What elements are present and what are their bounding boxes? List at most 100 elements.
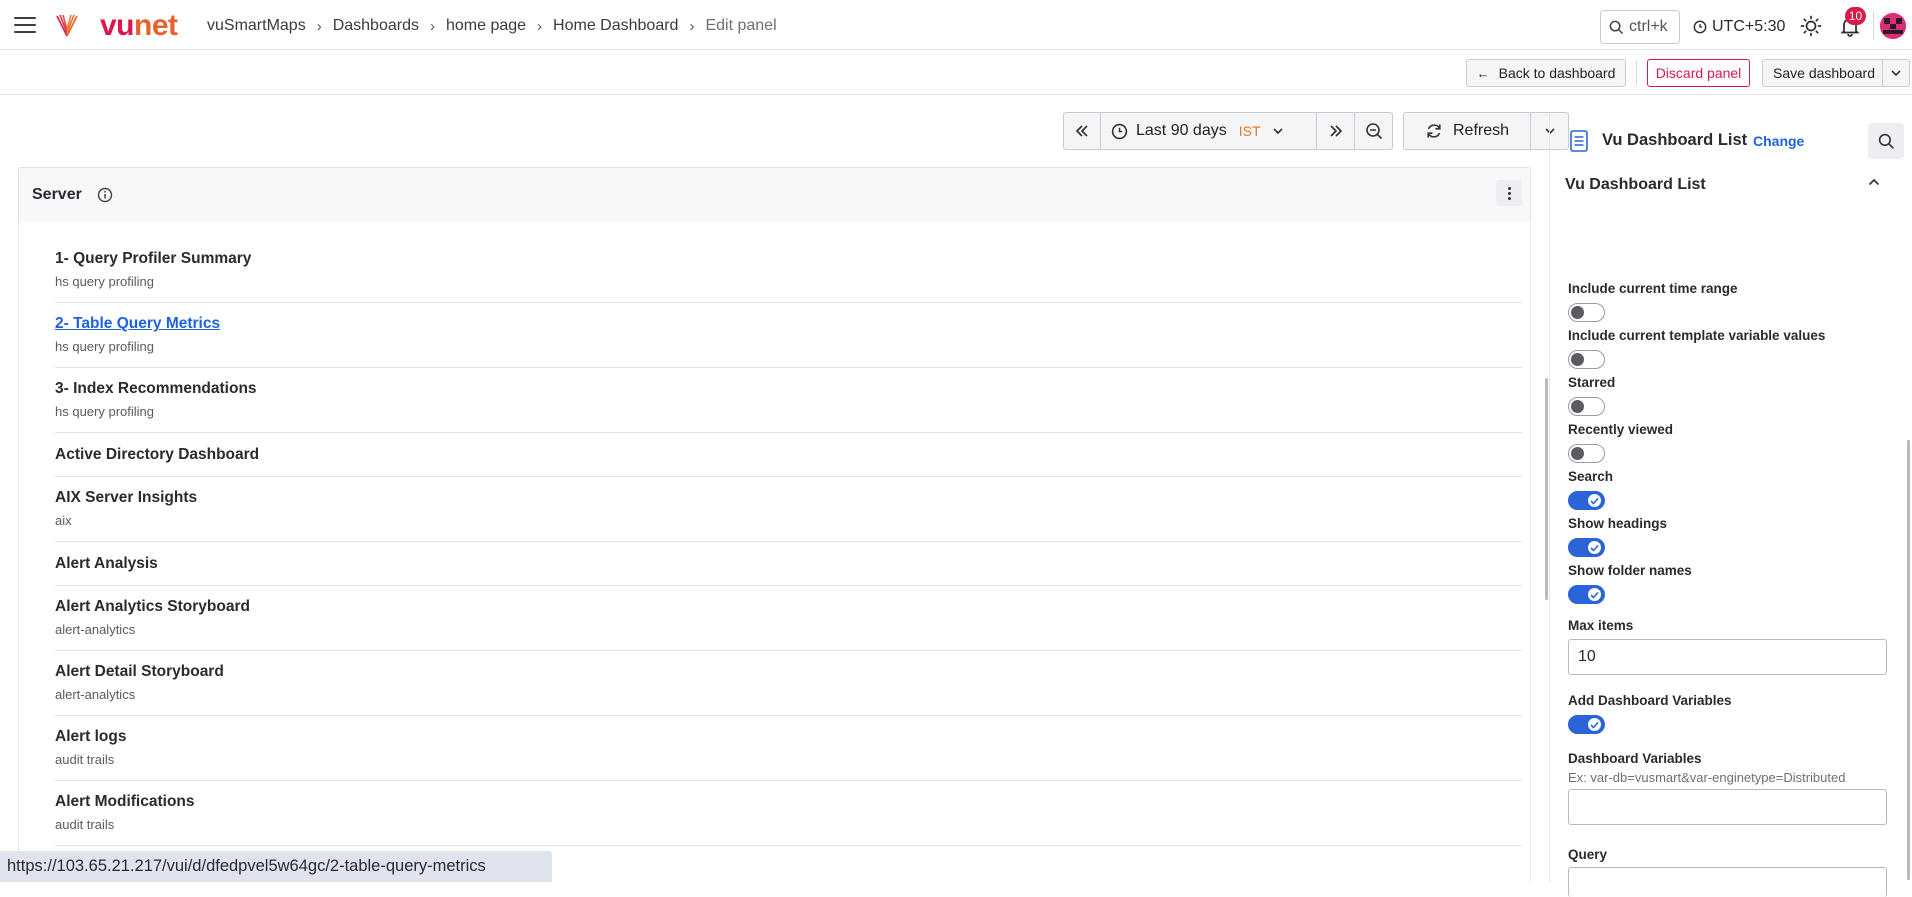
option-toggle[interactable] <box>1568 585 1605 604</box>
options-pane: Vu Dashboard List Change Vu Dashboard Li… <box>1549 114 1912 897</box>
save-dashboard-button[interactable]: Save dashboard <box>1762 59 1886 87</box>
list-item-title[interactable]: Alert logs <box>55 728 1522 746</box>
options-section-title[interactable]: Vu Dashboard List <box>1565 176 1706 194</box>
breadcrumb-home-page[interactable]: home page <box>446 17 526 35</box>
chevron-right-icon: › <box>316 17 322 35</box>
list-item[interactable]: 1- Query Profiler Summary hs query profil… <box>55 238 1522 303</box>
zoom-out-icon <box>1365 123 1382 140</box>
list-item-folder: hs query profiling <box>55 404 154 419</box>
list-item-folder: audit trails <box>55 752 115 767</box>
panel-title: Server <box>32 186 82 203</box>
clock-icon <box>1693 20 1707 34</box>
list-item[interactable]: 2- Table Query Metrics hs query profiling <box>55 303 1522 368</box>
option-toggle[interactable] <box>1568 491 1605 510</box>
option-toggle[interactable] <box>1568 444 1605 463</box>
search-placeholder: ctrl+k <box>1629 18 1668 35</box>
time-shift-back-button[interactable] <box>1063 112 1101 150</box>
option-label: Search <box>1568 469 1614 484</box>
panel-preview: Server 1- Query Profiler Summary hs query… <box>18 167 1531 882</box>
refresh-button[interactable]: Refresh <box>1403 112 1531 150</box>
list-item-title[interactable]: 1- Query Profiler Summary <box>55 250 1522 268</box>
save-options-button[interactable] <box>1882 59 1910 87</box>
option-label: Include current time range <box>1568 281 1738 296</box>
dashboard-list: 1- Query Profiler Summary hs query profil… <box>55 238 1522 846</box>
option-toggle[interactable] <box>1568 303 1605 322</box>
discard-panel-button[interactable]: Discard panel <box>1647 59 1750 87</box>
check-icon <box>1590 591 1599 599</box>
breadcrumb-vusmartmaps[interactable]: vuSmartMaps <box>207 17 306 35</box>
refresh-icon <box>1427 124 1441 138</box>
options-scrollbar[interactable] <box>1907 440 1910 880</box>
add-dashboard-variables-label: Add Dashboard Variables <box>1568 693 1732 708</box>
chevron-right-icon: › <box>689 17 695 35</box>
list-item-folder: alert-analytics <box>55 622 136 637</box>
panel-header: Server <box>19 168 1530 222</box>
list-item[interactable]: Alert Detail Storyboard alert-analytics <box>55 651 1522 716</box>
time-shift-forward-button[interactable] <box>1317 112 1355 150</box>
timezone-display[interactable]: UTC+5:30 <box>1693 18 1785 36</box>
dashboard-variables-hint: Ex: var-db=vusmart&var-enginetype=Distri… <box>1568 770 1846 785</box>
list-item-title[interactable]: Active Directory Dashboard <box>55 446 1522 464</box>
list-item[interactable]: Alert Analytics Storyboard alert-analytic… <box>55 586 1522 651</box>
list-item-folder: audit trails <box>55 817 115 832</box>
list-item-title[interactable]: Alert Modifications <box>55 793 1522 811</box>
top-bar: vunet vuSmartMaps › Dashboards › home pa… <box>0 0 1912 50</box>
list-item-title[interactable]: Alert Detail Storyboard <box>55 663 1522 681</box>
info-icon[interactable] <box>97 187 113 203</box>
search-icon <box>1878 133 1894 149</box>
action-bar: ← Back to dashboard Discard panel Save d… <box>0 51 1912 95</box>
list-item-title[interactable]: Alert Analytics Storyboard <box>55 598 1522 616</box>
list-item-title[interactable]: AIX Server Insights <box>55 489 1522 507</box>
options-search-button[interactable] <box>1868 123 1904 159</box>
clock-icon <box>1111 123 1128 139</box>
chevron-right-icon: › <box>429 17 435 35</box>
zoom-out-button[interactable] <box>1355 112 1393 150</box>
search-icon <box>1609 20 1624 34</box>
breadcrumb-dashboards[interactable]: Dashboards <box>333 17 419 35</box>
option-label: Recently viewed <box>1568 422 1674 437</box>
time-tz-label: IST <box>1238 123 1261 139</box>
global-search-input[interactable]: ctrl+k <box>1600 10 1680 44</box>
back-to-dashboard-button[interactable]: ← Back to dashboard <box>1466 59 1626 87</box>
vunet-logo[interactable]: vunet <box>100 9 178 43</box>
theme-sun-icon[interactable] <box>1800 15 1822 37</box>
panel-scrollbar[interactable] <box>1545 378 1548 600</box>
option-toggle[interactable] <box>1568 538 1605 557</box>
list-item[interactable]: Active Directory Dashboard <box>55 433 1522 477</box>
chevron-down-icon <box>1272 127 1283 134</box>
check-icon <box>1590 497 1599 505</box>
option-label: Show folder names <box>1568 563 1692 578</box>
visualization-name: Vu Dashboard List <box>1602 131 1748 149</box>
list-item[interactable]: Alert Modifications audit trails <box>55 781 1522 846</box>
list-item-title[interactable]: 2- Table Query Metrics <box>55 315 1522 333</box>
list-item[interactable]: Alert Analysis <box>55 542 1522 586</box>
change-visualization-link[interactable]: Change <box>1753 133 1804 149</box>
menu-icon[interactable] <box>14 17 36 33</box>
vunet-logo-icon[interactable] <box>54 13 80 39</box>
check-icon <box>1590 544 1599 552</box>
list-item[interactable]: AIX Server Insights aix <box>55 477 1522 542</box>
avatar-pattern-icon <box>1880 13 1906 39</box>
option-toggle[interactable] <box>1568 397 1605 416</box>
chevron-up-icon[interactable] <box>1868 178 1880 186</box>
back-label: Back to dashboard <box>1498 65 1616 81</box>
divider <box>1873 12 1874 40</box>
chevron-right-icon: › <box>537 17 543 35</box>
notification-badge: 10 <box>1845 7 1866 25</box>
dashboard-variables-label: Dashboard Variables <box>1568 751 1702 766</box>
time-range-picker[interactable]: Last 90 days IST <box>1101 112 1317 150</box>
user-avatar[interactable] <box>1880 13 1906 39</box>
dashboard-variables-input[interactable] <box>1568 789 1887 825</box>
list-item-title[interactable]: 3- Index Recommendations <box>55 380 1522 398</box>
list-item[interactable]: 3- Index Recommendations hs query profili… <box>55 368 1522 433</box>
chevrons-left-icon <box>1075 125 1088 137</box>
panel-menu-icon[interactable] <box>1496 180 1522 206</box>
breadcrumb-home-dashboard[interactable]: Home Dashboard <box>553 17 678 35</box>
add-dashboard-variables-toggle[interactable] <box>1568 715 1605 734</box>
option-toggle[interactable] <box>1568 350 1605 369</box>
query-input[interactable] <box>1568 867 1887 897</box>
chevron-down-icon <box>1891 69 1901 76</box>
list-item-title[interactable]: Alert Analysis <box>55 555 1522 573</box>
max-items-input[interactable]: 10 <box>1568 639 1887 675</box>
list-item[interactable]: Alert logs audit trails <box>55 716 1522 781</box>
